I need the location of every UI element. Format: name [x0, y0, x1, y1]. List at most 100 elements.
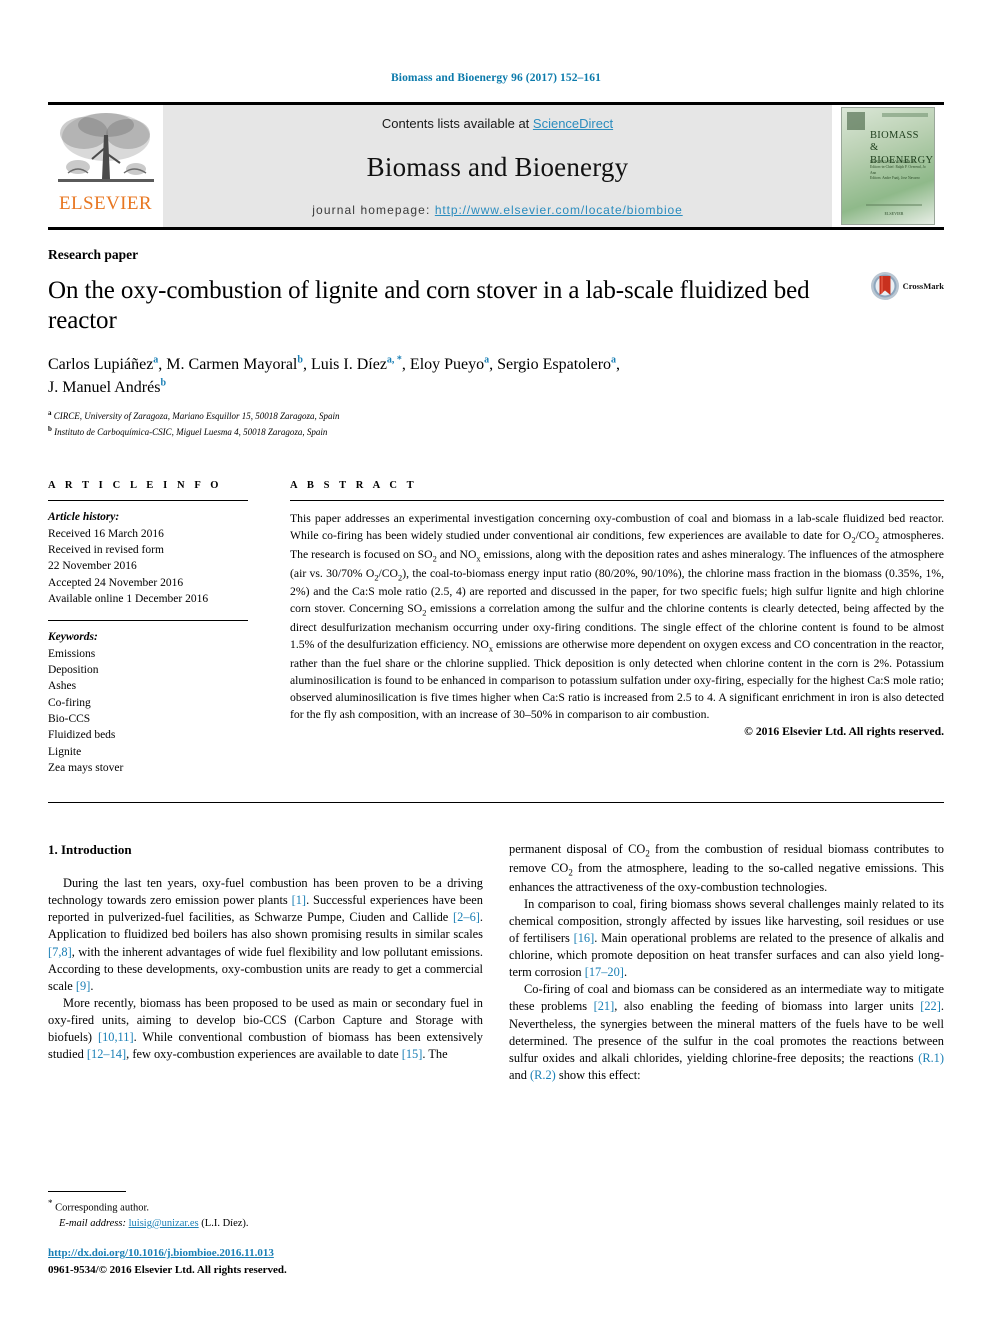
email-link[interactable]: luisig@unizar.es: [129, 1218, 199, 1229]
journal-cover-container: BIOMASS & BIOENERGY ISSN 0961-9534 VOLUM…: [832, 105, 944, 227]
p5-seg2: , also enabling the feeding of biomass i…: [614, 999, 921, 1014]
author-2: M. Carmen Mayoral: [166, 356, 298, 373]
cover-top-rule: [882, 113, 928, 117]
affiliation-a-marker: a: [48, 409, 52, 418]
footnote-email-label: E-mail address:: [59, 1217, 129, 1229]
cover-bottom-text: ELSEVIER: [884, 211, 904, 216]
page-title: On the oxy-combustion of lignite and cor…: [48, 277, 810, 334]
p1-seg4: , with the inherent advantages of wide f…: [48, 944, 483, 993]
citation-ref[interactable]: [15]: [402, 1047, 423, 1061]
body-separator-rule: [48, 802, 944, 804]
o2-sub-2: 2: [374, 571, 379, 582]
o2-sub-1: 2: [851, 534, 856, 545]
citation-ref[interactable]: [9]: [76, 979, 90, 993]
citation-ref[interactable]: [2–6]: [453, 910, 480, 924]
journal-masthead: ELSEVIER Contents lists available at Sci…: [48, 102, 944, 227]
intro-paragraph-2: More recently, biomass has been proposed…: [48, 995, 483, 1063]
footnote-corresponding-line: * Corresponding author.: [48, 1197, 473, 1216]
footnote-email-line: E-mail address: luisig@unizar.es (L.I. D…: [48, 1216, 473, 1231]
author-3-affil: a, *: [386, 354, 402, 366]
journal-title: Biomass and Bioenergy: [366, 151, 629, 182]
issn-copyright-line: 0961-9534/© 2016 Elsevier Ltd. All right…: [48, 1263, 287, 1276]
running-head: Biomass and Bioenergy 96 (2017) 152–161: [391, 72, 601, 84]
author-list: Carlos Lupiáñeza, M. Carmen Mayoralb, Lu…: [48, 354, 621, 397]
citation-ref[interactable]: [12–14]: [87, 1047, 126, 1061]
citation-ref[interactable]: [22]: [920, 999, 941, 1013]
body-columns: 1. Introduction During the last ten year…: [48, 841, 944, 1084]
p5-seg4: and: [509, 1067, 530, 1082]
author-5-affil: a: [611, 354, 617, 366]
abstract-seg-3: and NO: [436, 547, 477, 561]
masthead-center: Contents lists available at ScienceDirec…: [163, 105, 832, 227]
keyword-item: Lignite: [48, 745, 82, 758]
keyword-item: Co-firing: [48, 696, 91, 709]
section-title-introduction: 1. Introduction: [48, 842, 132, 858]
article-info-spacer: [48, 607, 248, 620]
journal-homepage-link[interactable]: http://www.elsevier.com/locate/biombioe: [435, 203, 683, 217]
publisher-logo: ELSEVIER: [48, 105, 163, 227]
cover-publisher-icon: [847, 112, 865, 130]
keyword-item: Bio-CCS: [48, 712, 91, 725]
author-4: Eloy Pueyo: [409, 356, 485, 373]
history-item: Accepted 24 November 2016: [48, 576, 184, 589]
history-item: Available online 1 December 2016: [48, 592, 209, 605]
corresponding-author-footnote: * Corresponding author. E-mail address: …: [48, 1191, 473, 1231]
keyword-item: Deposition: [48, 663, 99, 676]
crossmark-icon: [870, 272, 899, 300]
citation-ref[interactable]: [7,8]: [48, 945, 72, 959]
author-6: J. Manuel Andrés: [48, 379, 161, 397]
footnote-corresponding-text: Corresponding author.: [55, 1202, 150, 1214]
p2-seg4: . The: [422, 1047, 448, 1062]
keyword-item: Zea mays stover: [48, 761, 124, 774]
citation-ref[interactable]: [21]: [594, 999, 615, 1013]
p5-seg5: show this effect:: [555, 1067, 641, 1082]
author-1-affil: a: [153, 354, 159, 366]
p3-seg3: from the atmosphere, leading to the so-c…: [509, 860, 944, 894]
doi-link[interactable]: http://dx.doi.org/10.1016/j.biombioe.201…: [48, 1247, 274, 1259]
intro-paragraph-5: Co-firing of coal and biomass can be con…: [509, 981, 944, 1084]
history-item: Received in revised form: [48, 543, 164, 556]
abstract-text: This paper addresses an experimental inv…: [290, 512, 945, 721]
affiliation-a-text: CIRCE, University of Zaragoza, Mariano E…: [53, 411, 340, 422]
journal-cover-thumbnail: BIOMASS & BIOENERGY ISSN 0961-9534 VOLUM…: [841, 107, 935, 225]
author-1: Carlos Lupiáñez: [48, 356, 154, 373]
cover-sub-line2: Editors-in-Chief: Ralph P. Overend, Jo A…: [870, 165, 926, 175]
citation-ref[interactable]: [10,11]: [98, 1030, 134, 1044]
keywords-block: Keywords: Emissions Deposition Ashes Co-…: [48, 621, 248, 776]
author-3: Luis I. Díez: [310, 356, 387, 373]
article-type: Research paper: [48, 247, 139, 262]
citation-ref[interactable]: [17–20]: [585, 965, 624, 979]
p1-seg5: .: [90, 978, 94, 993]
affiliation-b-text: Instituto de Carboquímica-CSIC, Miguel L…: [54, 427, 328, 438]
author-6-affil: b: [160, 377, 166, 389]
citation-ref[interactable]: [16]: [574, 931, 595, 945]
paper-page: Biomass and Bioenergy 96 (2017) 152–161: [0, 0, 992, 1323]
abstract-seg-1: This paper addresses an experimental inv…: [290, 512, 944, 543]
affiliations: a CIRCE, University of Zaragoza, Mariano…: [48, 408, 944, 440]
cover-bottom-rule: [866, 204, 922, 206]
body-column-right: permanent disposal of CO2 from the combu…: [509, 841, 944, 1084]
article-info-column: A R T I C L E I N F O Article history: R…: [48, 480, 248, 776]
abstract-copyright: © 2016 Elsevier Ltd. All rights reserved…: [744, 724, 944, 738]
keyword-item: Fluidized beds: [48, 729, 116, 742]
author-2-affil: b: [297, 354, 303, 366]
affiliation-b: b Instituto de Carboquímica-CSIC, Miguel…: [48, 424, 944, 440]
sciencedirect-link[interactable]: ScienceDirect: [533, 116, 613, 131]
article-history-label: Article history:: [48, 511, 120, 524]
page-footer: http://dx.doi.org/10.1016/j.biombioe.201…: [48, 1245, 287, 1278]
contents-prefix: Contents lists available at: [381, 116, 533, 131]
p2-seg3: , few oxy-combustion experiences are ava…: [126, 1047, 402, 1062]
footnote-email-suffix: (L.I. Díez).: [198, 1217, 249, 1229]
reaction-ref[interactable]: (R.1): [918, 1051, 944, 1065]
citation-ref[interactable]: [1]: [292, 893, 306, 907]
crossmark-badge[interactable]: CrossMark: [870, 271, 944, 301]
elsevier-wordmark: ELSEVIER: [59, 193, 152, 214]
affiliation-a: a CIRCE, University of Zaragoza, Mariano…: [48, 408, 944, 424]
journal-homepage-line: journal homepage: http://www.elsevier.co…: [312, 203, 682, 217]
title-block: Research paper On the oxy-combustion of …: [48, 247, 944, 440]
intro-paragraph-3: permanent disposal of CO2 from the combu…: [509, 841, 944, 896]
affiliation-b-marker: b: [48, 425, 52, 434]
reaction-ref[interactable]: (R.2): [530, 1068, 556, 1082]
crossmark-label: CrossMark: [902, 281, 944, 291]
body-column-left: 1. Introduction During the last ten year…: [48, 841, 483, 1084]
